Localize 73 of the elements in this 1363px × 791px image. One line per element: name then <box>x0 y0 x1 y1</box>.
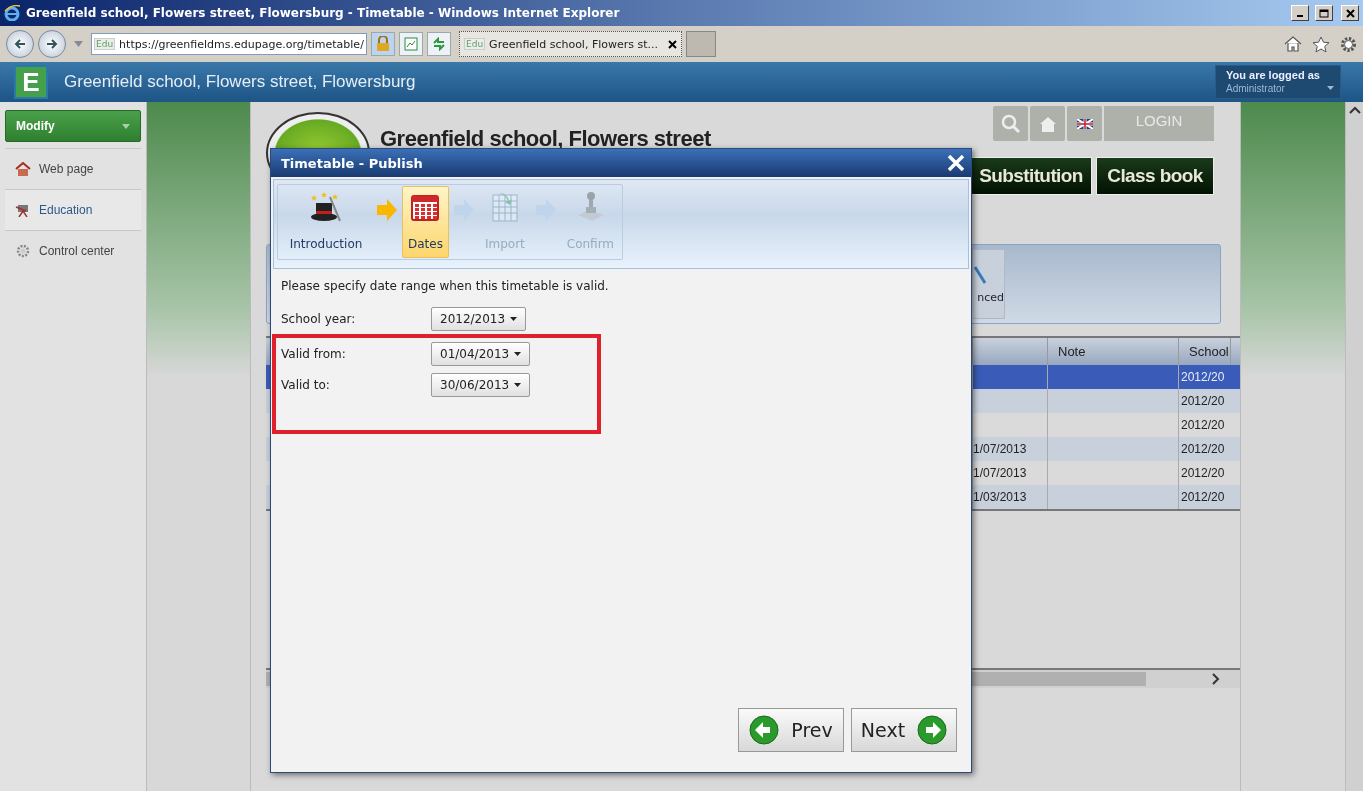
instruction-text: Please specify date range when this timetable is valid. <box>281 279 610 293</box>
column-header[interactable]: Note <box>1058 344 1086 359</box>
menu-button[interactable]: Class book <box>1096 157 1214 195</box>
chart-page-icon <box>404 37 418 51</box>
chevron-up-icon <box>1348 106 1361 114</box>
table-cell: 1/07/2013 <box>973 466 1027 480</box>
settings-icon[interactable] <box>1340 35 1357 53</box>
step-arrow-icon <box>376 198 398 222</box>
wizard-step[interactable]: Dates <box>402 186 449 258</box>
table-cell: 2012/20 <box>1181 442 1225 456</box>
account-menu[interactable]: You are logged as Administrator <box>1215 65 1341 99</box>
date-dropdown[interactable]: 2012/2013 <box>431 306 527 331</box>
refresh-icon <box>432 37 446 51</box>
close-button[interactable] <box>1341 5 1359 21</box>
table-cell: 2012/20 <box>1181 370 1225 384</box>
sidebar-item[interactable]: Control center <box>5 230 141 271</box>
table-cell: 1/03/2013 <box>973 490 1027 504</box>
address-field[interactable]: Edu https://greenfieldms.edupage.org/timetable/ <box>91 33 367 55</box>
minimize-button[interactable] <box>1291 5 1309 21</box>
table-cell: 2012/20 <box>1181 490 1225 504</box>
wizard-step[interactable]: Introduction <box>280 186 372 258</box>
back-button[interactable] <box>6 30 34 58</box>
star-icon[interactable] <box>1312 35 1330 53</box>
app-title: Greenfield school, Flowers street, Flowersburg <box>64 72 417 92</box>
house-icon <box>15 162 31 176</box>
search-icon <box>1000 113 1021 134</box>
caret-icon <box>510 316 518 321</box>
menu-button[interactable]: Substitution <box>970 157 1092 195</box>
maximize-button[interactable] <box>1315 5 1333 21</box>
field-label: Valid from: <box>281 346 347 361</box>
prev-button[interactable]: Prev <box>738 708 844 752</box>
close-icon <box>1345 8 1355 18</box>
table-cell: 2012/20 <box>1181 394 1225 408</box>
padlock-icon <box>376 36 390 52</box>
easel-icon <box>15 203 31 217</box>
toolbar-button[interactable]: nced <box>973 249 1005 319</box>
close-icon[interactable] <box>668 39 678 49</box>
gear-icon <box>15 244 31 258</box>
refresh-button[interactable] <box>427 32 451 56</box>
column-header[interactable]: School <box>1189 344 1229 359</box>
modify-button[interactable]: Modify <box>5 110 141 142</box>
flag-icon <box>1076 118 1093 129</box>
home-icon <box>1038 115 1057 132</box>
window-title: Greenfield school, Flowers street, Flowersburg - Timetable - Windows Internet Explorer <box>26 6 621 20</box>
browser-logo-icon <box>4 5 20 21</box>
wrench-icon <box>973 265 987 285</box>
field-label: Valid to: <box>281 377 331 392</box>
vertical-scrollbar[interactable] <box>1345 102 1363 791</box>
left-arrow-icon <box>13 38 27 50</box>
home-icon[interactable] <box>1284 36 1302 52</box>
date-dropdown[interactable]: 30/06/2013 <box>431 372 531 397</box>
field-label: School year: <box>281 311 357 326</box>
lock-button[interactable] <box>371 32 395 56</box>
magic-hat-icon <box>308 191 344 223</box>
date-dropdown[interactable]: 01/04/2013 <box>431 341 531 366</box>
caret-icon <box>1327 86 1334 90</box>
sidebar-item[interactable]: Education <box>5 189 141 230</box>
language-button[interactable] <box>1067 106 1102 141</box>
browser-tab[interactable]: Edu Greenfield school, Flowers st... <box>459 31 683 57</box>
forward-button[interactable] <box>38 30 66 58</box>
table-cell: 1/07/2013 <box>973 442 1027 456</box>
caret-icon <box>122 123 130 129</box>
caret-icon <box>514 382 522 387</box>
table-cell: 2012/20 <box>1181 466 1225 480</box>
app-logo: E <box>14 65 48 99</box>
caret-icon <box>514 351 522 356</box>
table-cell: 2012/20 <box>1181 418 1225 432</box>
next-button[interactable]: Next <box>851 708 957 752</box>
dialog-title: Timetable - Publish <box>281 155 423 171</box>
school-title: Greenfield school, Flowers street <box>380 126 711 152</box>
maximize-icon <box>1319 8 1329 18</box>
right-arrow-icon <box>45 38 59 50</box>
chevron-right-icon[interactable] <box>1212 673 1220 685</box>
